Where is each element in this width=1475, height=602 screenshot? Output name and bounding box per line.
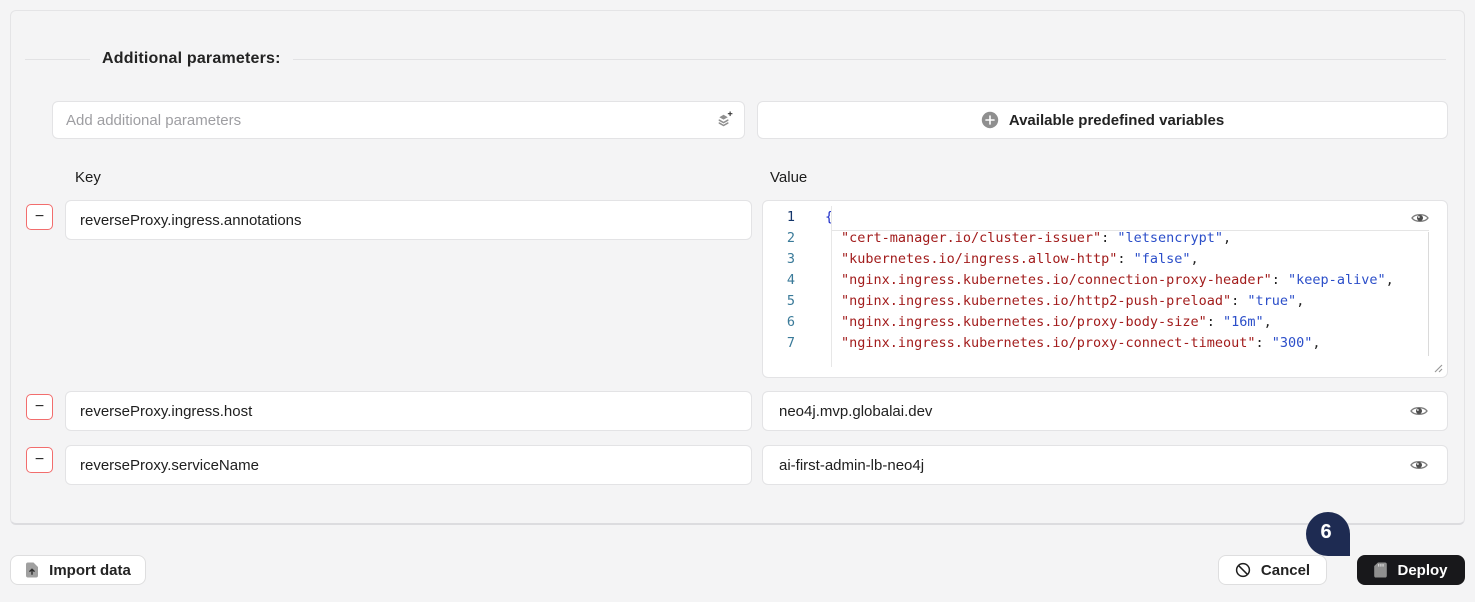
code-line: 3 "kubernetes.io/ingress.allow-http": "f…: [763, 249, 1447, 270]
add-parameter-field-wrap: [52, 101, 745, 139]
minus-icon: −: [34, 398, 45, 415]
minus-icon: −: [34, 208, 45, 225]
line-number: 7: [786, 335, 795, 351]
editor-scroll-edge: [1428, 232, 1429, 356]
divider-line-left: [25, 58, 90, 60]
line-number: 6: [786, 314, 795, 330]
code-line: 2 "cert-manager.io/cluster-issuer": "let…: [763, 228, 1447, 249]
cancel-button[interactable]: Cancel: [1218, 555, 1327, 585]
line-number: 4: [786, 272, 795, 288]
deploy-icon: [1374, 562, 1388, 578]
key-column-header: Key: [75, 169, 101, 186]
code-line: 5 "nginx.ingress.kubernetes.io/http2-pus…: [763, 291, 1447, 312]
remove-row-button[interactable]: −: [26, 204, 53, 230]
resize-handle-icon[interactable]: [1431, 361, 1443, 373]
minus-icon: −: [34, 451, 45, 468]
line-number: 2: [786, 230, 795, 246]
key-input-row-2[interactable]: [65, 391, 752, 431]
cancel-label: Cancel: [1260, 561, 1311, 579]
key-input-row-1[interactable]: [65, 200, 752, 240]
code-line: 6 "nginx.ingress.kubernetes.io/proxy-bod…: [763, 312, 1447, 333]
value-input-row-2[interactable]: [762, 391, 1448, 431]
code-line: 4 "nginx.ingress.kubernetes.io/connectio…: [763, 270, 1447, 291]
step-number: 6: [1320, 520, 1332, 543]
file-upload-icon: [26, 562, 39, 578]
value-input-row-3[interactable]: [762, 445, 1448, 485]
value-field-wrap: [762, 445, 1448, 485]
plus-circle-icon: [981, 111, 999, 129]
layers-plus-icon[interactable]: [715, 111, 733, 129]
line-number: 3: [786, 251, 795, 267]
code-editor[interactable]: 1 { 2 "cert-manager.io/cluster-issuer": …: [762, 200, 1448, 378]
eye-icon[interactable]: [1410, 458, 1428, 472]
section-title: Additional parameters:: [102, 50, 281, 67]
available-predefined-variables-button[interactable]: Available predefined variables: [757, 101, 1448, 139]
code-line: 1 {: [763, 207, 1447, 228]
import-data-label: Import data: [49, 561, 131, 579]
eye-icon[interactable]: [1410, 404, 1428, 418]
active-line-underline: [832, 230, 1429, 231]
import-data-button[interactable]: Import data: [10, 555, 146, 585]
eye-icon[interactable]: [1411, 211, 1429, 225]
section-divider: Additional parameters:: [25, 48, 1446, 70]
deploy-button[interactable]: Deploy: [1357, 555, 1465, 585]
value-column-header: Value: [770, 169, 808, 186]
key-input-row-3[interactable]: [65, 445, 752, 485]
divider-line-right: [292, 58, 1446, 60]
code-line: 7 "nginx.ingress.kubernetes.io/proxy-con…: [763, 333, 1447, 354]
remove-row-button[interactable]: −: [26, 394, 53, 420]
add-parameter-input[interactable]: [52, 101, 745, 139]
step-annotation-badge: 6: [1306, 512, 1350, 556]
cancel-slash-icon: [1235, 562, 1251, 578]
predefined-variables-label: Available predefined variables: [1008, 111, 1225, 129]
deploy-label: Deploy: [1397, 561, 1448, 579]
value-field-wrap: [762, 391, 1448, 431]
remove-row-button[interactable]: −: [26, 447, 53, 473]
line-number: 1: [786, 209, 795, 225]
line-number: 5: [786, 293, 795, 309]
